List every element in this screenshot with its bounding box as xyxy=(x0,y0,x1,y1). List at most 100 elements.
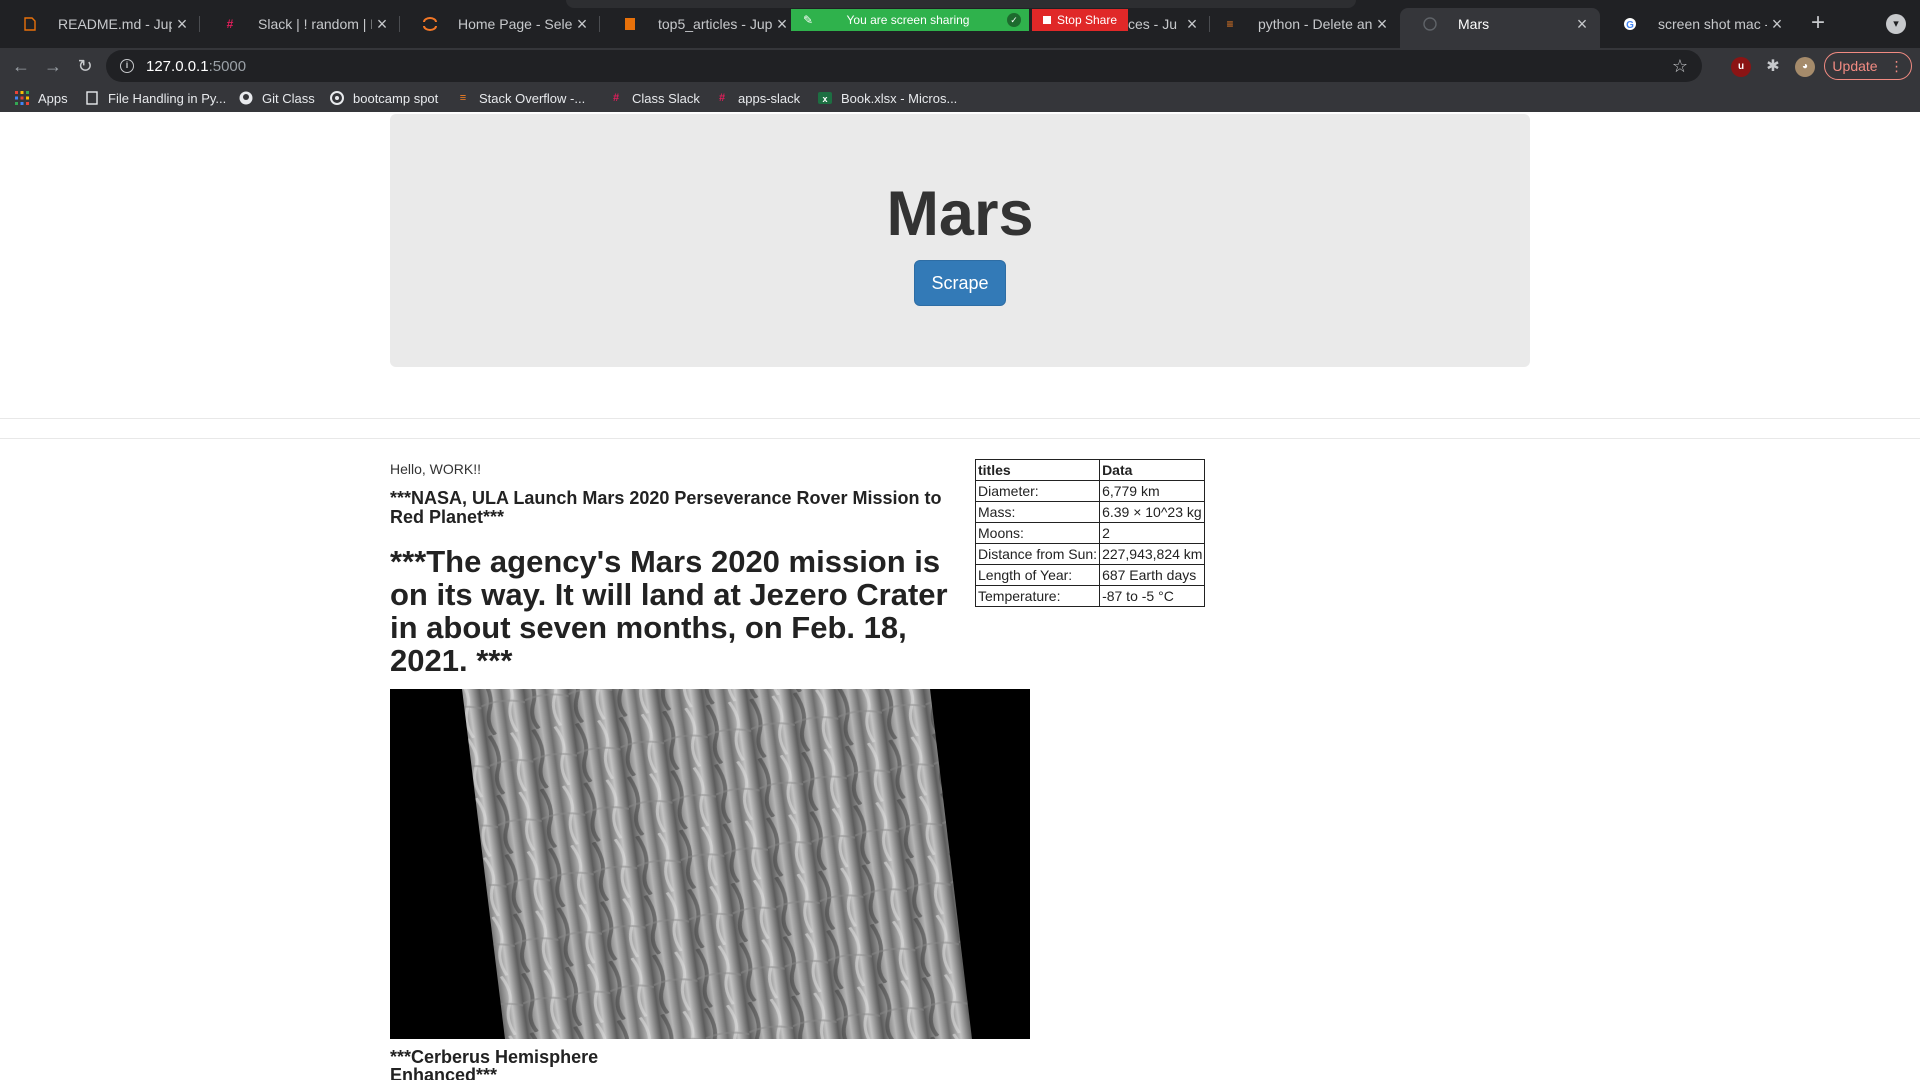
close-icon[interactable]: × xyxy=(1767,14,1787,35)
tab-label: python - Delete an elem xyxy=(1258,16,1372,32)
github-icon xyxy=(238,90,254,106)
tab-top5-articles[interactable]: top5_articles - Jupyter × xyxy=(600,8,800,40)
tab-label: Slack | ! random | RUT- xyxy=(258,16,372,32)
bookmark-bootcamp-spot[interactable]: bootcamp spot xyxy=(329,88,438,108)
featured-mars-image xyxy=(390,689,1030,1039)
table-cell: Length of Year: xyxy=(974,564,1101,586)
bookmark-apps-slack[interactable]: # apps-slack xyxy=(714,88,800,108)
svg-text:G: G xyxy=(1626,20,1634,31)
slack-icon: # xyxy=(718,92,726,104)
tab-readme[interactable]: README.md - Jupyter × xyxy=(0,8,200,40)
table-row: Moons: 2 xyxy=(974,522,1206,544)
greeting-text: Hello, WORK!! xyxy=(390,461,482,477)
table-cell: Moons: xyxy=(974,522,1101,544)
back-button[interactable]: ← xyxy=(10,56,32,78)
stop-share-button[interactable]: Stop Share xyxy=(1032,9,1128,31)
site-info-icon[interactable]: i xyxy=(120,59,134,73)
tab-label: Home Page - Select or xyxy=(458,16,572,32)
page-icon xyxy=(84,90,100,106)
table-cell: 2 xyxy=(1099,522,1206,544)
reload-button[interactable]: ↻ xyxy=(74,56,96,78)
bookmark-label: bootcamp spot xyxy=(353,90,439,106)
close-icon[interactable]: × xyxy=(1182,14,1202,35)
bookmark-star-icon[interactable]: ☆ xyxy=(1672,56,1688,77)
url-host: 127.0.0.1 xyxy=(146,57,209,75)
close-icon[interactable]: × xyxy=(372,14,392,35)
screen-share-label: You are screen sharing xyxy=(846,13,970,27)
bookmark-git-class[interactable]: Git Class xyxy=(238,88,315,108)
table-header-row: titles Data xyxy=(974,459,1206,481)
tab-label: top5_articles - Jupyter xyxy=(658,16,772,32)
jupyter-icon xyxy=(422,16,438,32)
close-icon[interactable]: × xyxy=(1372,14,1392,35)
stop-share-label: Stop Share xyxy=(1056,13,1118,27)
bookmark-book-xlsx[interactable]: x Book.xlsx - Micros... xyxy=(817,88,957,108)
ublock-icon[interactable]: u xyxy=(1731,57,1751,77)
tab-google-search[interactable]: G screen shot mac - Goo × xyxy=(1600,8,1795,40)
table-cell: Distance from Sun: xyxy=(974,543,1101,565)
notebook-icon xyxy=(622,16,638,32)
apps-grid-icon xyxy=(14,90,30,106)
screen-share-banner: ✎ You are screen sharing ✓ xyxy=(791,9,1029,31)
bookmark-class-slack[interactable]: # Class Slack xyxy=(608,88,700,108)
page-title: Mars xyxy=(886,179,1034,249)
menu-dots-icon[interactable]: ⋮ xyxy=(1890,58,1904,75)
table-cell: 227,943,824 km xyxy=(1099,543,1206,565)
bookmark-label: Class Slack xyxy=(632,90,700,106)
zoom-toolbar xyxy=(566,0,1356,8)
address-bar[interactable]: i 127.0.0.1 :5000 ☆ xyxy=(106,50,1702,82)
excel-icon: x xyxy=(817,90,833,106)
table-header: titles xyxy=(974,459,1101,481)
mars-facts-table: titles Data Diameter: 6,779 km Mass: 6.3… xyxy=(974,459,1206,607)
table-cell: 687 Earth days xyxy=(1099,564,1206,586)
tab-home-page[interactable]: Home Page - Select or × xyxy=(400,8,600,40)
forward-button[interactable]: → xyxy=(42,56,64,78)
tab-strip: README.md - Jupyter × # Slack | ! random… xyxy=(0,0,1920,48)
close-icon[interactable]: × xyxy=(172,14,192,35)
globe-icon xyxy=(1422,16,1438,32)
bookmark-file-handling[interactable]: File Handling in Py... xyxy=(84,88,226,108)
table-cell: Mass: xyxy=(974,501,1101,523)
bookmark-stack-overflow[interactable]: ≡ Stack Overflow -... xyxy=(455,88,585,108)
bookmark-apps[interactable]: Apps xyxy=(14,88,68,108)
browser-toolbar: ← → ↻ i 127.0.0.1 :5000 ☆ u ✱ ◕ Update ⋮ xyxy=(0,48,1920,84)
update-button[interactable]: Update ⋮ xyxy=(1824,52,1912,80)
close-icon[interactable]: × xyxy=(1572,14,1592,35)
extensions-icon[interactable]: ✱ xyxy=(1763,57,1783,77)
bookmarks-bar: Apps File Handling in Py... Git Class bo… xyxy=(0,84,1920,112)
slack-icon: # xyxy=(612,92,620,104)
bootcamp-icon xyxy=(329,90,345,106)
bookmark-label: apps-slack xyxy=(738,90,801,106)
close-icon[interactable]: × xyxy=(572,14,592,35)
tab-python-delete[interactable]: ≡ python - Delete an elem × xyxy=(1200,8,1400,40)
table-cell: -87 to -5 °C xyxy=(1099,585,1206,607)
slack-icon: # xyxy=(226,17,234,31)
table-row: Distance from Sun: 227,943,824 km xyxy=(974,543,1206,565)
scrape-button[interactable]: Scrape xyxy=(914,260,1006,306)
hemisphere-title: ***Cerberus Hemisphere Enhanced*** xyxy=(390,1047,599,1080)
new-tab-button[interactable]: + xyxy=(1806,11,1830,36)
share-icon: ✎ xyxy=(802,13,814,27)
table-cell: 6.39 × 10^23 kg xyxy=(1099,501,1206,523)
tab-search-icon[interactable]: ▾ xyxy=(1886,14,1906,34)
table-row: Length of Year: 687 Earth days xyxy=(974,564,1206,586)
table-cell: 6,779 km xyxy=(1099,480,1206,502)
tab-label: screen shot mac - Goo xyxy=(1658,16,1767,32)
stackoverflow-icon: ≡ xyxy=(1226,17,1234,31)
close-icon[interactable]: × xyxy=(772,14,792,35)
shield-icon: ✓ xyxy=(1007,13,1021,27)
svg-text:x: x xyxy=(822,94,827,104)
table-cell: Temperature: xyxy=(974,585,1101,607)
file-icon xyxy=(22,16,38,32)
bookmark-label: Stack Overflow -... xyxy=(479,90,586,106)
stackoverflow-icon: ≡ xyxy=(459,92,467,104)
news-title: ***NASA, ULA Launch Mars 2020 Perseveran… xyxy=(390,488,942,527)
tab-slack[interactable]: # Slack | ! random | RUT- × xyxy=(200,8,400,40)
url-port: :5000 xyxy=(208,57,247,75)
avatar[interactable]: ◕ xyxy=(1795,57,1815,77)
table-row: Temperature: -87 to -5 °C xyxy=(974,585,1206,607)
update-label: Update xyxy=(1832,58,1878,74)
tab-label: README.md - Jupyter xyxy=(58,16,172,32)
table-row: Diameter: 6,779 km xyxy=(974,480,1206,502)
tab-mars[interactable]: Mars × xyxy=(1400,8,1600,48)
